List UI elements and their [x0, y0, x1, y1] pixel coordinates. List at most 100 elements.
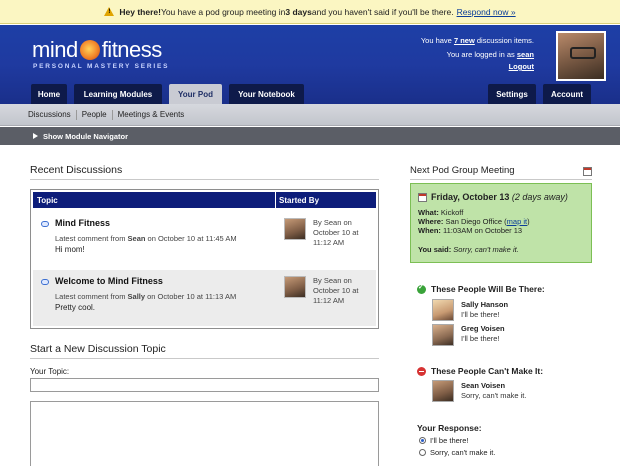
- attending-title: These People Will Be There:: [431, 284, 545, 294]
- minus-icon: [417, 367, 426, 376]
- discussions-table: Topic Started By Mind Fitness Latest com…: [30, 189, 379, 329]
- table-row: Mind Fitness Latest comment from Sean on…: [33, 212, 376, 268]
- warning-icon: !: [104, 7, 115, 16]
- subnav-discussions[interactable]: Discussions: [28, 109, 77, 120]
- meta-user: Sean: [127, 234, 146, 243]
- where-value: San Diego Office (: [445, 217, 507, 226]
- logout-link[interactable]: Logout: [509, 62, 534, 71]
- sub-nav: Discussions People Meetings & Events: [0, 104, 620, 126]
- by-post: on: [341, 218, 352, 227]
- column-separator: [275, 192, 276, 208]
- topic-input[interactable]: [30, 378, 379, 392]
- by-pre: By: [313, 218, 324, 227]
- meta-post: on October 10 at 11:45 AM: [145, 234, 237, 243]
- your-response-title: Your Response:: [417, 423, 482, 433]
- new-topic-title: Start a New Discussion Topic: [30, 343, 166, 355]
- map-it-link[interactable]: map it: [507, 217, 527, 226]
- where-end: ): [527, 217, 530, 226]
- when-value: 11:03AM on October 13: [443, 226, 523, 235]
- attendee-note: I'll be there!: [461, 310, 500, 319]
- tab-account[interactable]: Account: [543, 84, 591, 104]
- user-avatar[interactable]: [556, 31, 606, 81]
- discussion-excerpt: Hi mom!: [55, 245, 85, 254]
- meta-user: Sally: [127, 292, 146, 301]
- subnav-meetings-events[interactable]: Meetings & Events: [113, 110, 190, 120]
- by-user: Sean: [323, 218, 342, 227]
- logo-word-fitness: fitness: [101, 37, 163, 62]
- what-label: What:: [418, 208, 439, 217]
- username-link[interactable]: sean: [517, 50, 534, 59]
- by-time: 11:12 AM: [313, 296, 345, 305]
- section-divider: [30, 179, 379, 180]
- by-date: October 10 at: [313, 286, 359, 295]
- attendee-avatar[interactable]: [432, 299, 454, 321]
- meta-pre: Latest comment from: [55, 234, 128, 243]
- absentee-name[interactable]: Sean Voisen: [461, 381, 505, 390]
- meta-post: on October 10 at 11:13 AM: [145, 292, 237, 301]
- alert-text-post: and you haven't said if you'll be there.: [311, 6, 454, 17]
- col-started-by: Started By: [279, 196, 320, 205]
- discussion-meta: Latest comment from Sean on October 10 a…: [55, 234, 237, 243]
- new-items-pre: You have: [420, 36, 452, 45]
- attendee-note: I'll be there!: [461, 334, 500, 343]
- tab-your-pod[interactable]: Your Pod: [169, 84, 222, 104]
- main-nav: Home Learning Modules Your Pod Your Note…: [0, 82, 620, 104]
- by-date: October 10 at: [313, 228, 359, 237]
- meeting-date: Friday, October 13 (2 days away): [431, 192, 568, 202]
- tab-learning-modules[interactable]: Learning Modules: [74, 84, 162, 104]
- meeting-date-text: Friday, October 13: [431, 192, 510, 202]
- absentee-avatar[interactable]: [432, 380, 454, 402]
- meeting-where: Where: San Diego Office (map it): [418, 217, 530, 226]
- by-user: Sean: [323, 276, 342, 285]
- recent-discussions-title: Recent Discussions: [30, 164, 123, 176]
- starter-avatar: [284, 276, 306, 298]
- radio-not-attending[interactable]: [419, 449, 426, 456]
- alert-greeting: Hey there!: [119, 6, 161, 17]
- attendee-name[interactable]: Sally Hanson: [461, 300, 508, 309]
- logged-in-label: You are logged in as: [446, 50, 515, 59]
- discussion-excerpt: Pretty cool.: [55, 303, 96, 312]
- col-topic: Topic: [37, 196, 58, 205]
- absentee-note: Sorry, can't make it.: [461, 391, 527, 400]
- section-divider: [30, 358, 379, 359]
- logo-swirl-icon: [79, 40, 100, 60]
- by-time: 11:12 AM: [313, 238, 345, 247]
- said-label: You said:: [418, 245, 452, 254]
- meeting-when: When: 11:03AM on October 13: [418, 226, 522, 235]
- table-header: Topic Started By: [33, 192, 376, 208]
- topic-body-textarea[interactable]: [30, 401, 379, 466]
- module-navigator-label: Show Module Navigator: [43, 131, 129, 141]
- by-post: on: [341, 276, 352, 285]
- tab-your-notebook[interactable]: Your Notebook: [229, 84, 304, 104]
- calendar-icon[interactable]: [583, 167, 592, 176]
- tab-settings[interactable]: Settings: [488, 84, 536, 104]
- radio-attending-label[interactable]: I'll be there!: [430, 436, 469, 445]
- radio-not-attending-label[interactable]: Sorry, can't make it.: [430, 448, 495, 457]
- discussion-meta: Latest comment from Sally on October 10 …: [55, 292, 236, 301]
- meta-pre: Latest comment from: [55, 292, 128, 301]
- tab-home[interactable]: Home: [31, 84, 67, 104]
- discussion-title-link[interactable]: Mind Fitness: [55, 218, 110, 228]
- when-label: When:: [418, 226, 441, 235]
- attendee-avatar[interactable]: [432, 324, 454, 346]
- topic-label: Your Topic:: [30, 367, 70, 376]
- module-navigator-toggle[interactable]: Show Module Navigator: [0, 127, 620, 145]
- section-divider: [410, 179, 592, 180]
- logo[interactable]: mind fitness: [32, 37, 162, 63]
- new-items-suffix: discussion items.: [476, 36, 534, 45]
- new-items-link[interactable]: 7 new: [454, 36, 475, 45]
- starter-avatar: [284, 218, 306, 240]
- attendee-name[interactable]: Greg Voisen: [461, 324, 505, 333]
- subnav-people[interactable]: People: [77, 109, 113, 120]
- discussion-bubble-icon: [41, 221, 49, 227]
- radio-attending[interactable]: [419, 437, 426, 444]
- alert-days: 3 days: [285, 6, 312, 17]
- logo-word-mind: mind: [32, 37, 78, 62]
- discussion-title-link[interactable]: Welcome to Mind Fitness: [55, 276, 163, 286]
- logo-tagline: PERSONAL MASTERY SERIES: [33, 63, 170, 70]
- meeting-date-note: (2 days away): [511, 192, 568, 202]
- user-info: You have 7 new discussion items. You are…: [421, 35, 534, 73]
- respond-now-link[interactable]: Respond now »: [457, 7, 516, 17]
- alert-text-pre: You have a pod group meeting in: [160, 6, 286, 17]
- expand-triangle-icon: [33, 133, 38, 139]
